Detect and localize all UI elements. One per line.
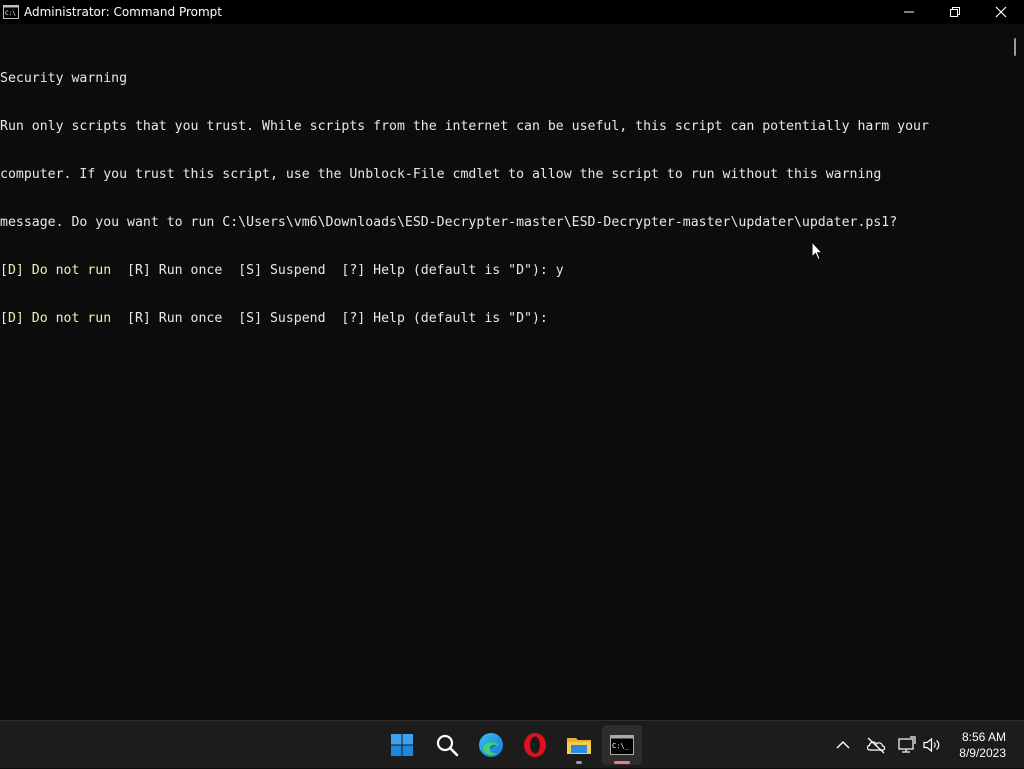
volume-button[interactable] xyxy=(922,721,942,769)
file-explorer-icon xyxy=(567,738,591,754)
active-indicator xyxy=(614,761,630,764)
restore-button[interactable] xyxy=(932,0,978,24)
network-icon xyxy=(898,736,916,753)
clock-date: 8/9/2023 xyxy=(959,746,1006,760)
minimize-button[interactable] xyxy=(886,0,932,24)
cmd-icon: C:\ xyxy=(3,4,19,20)
restore-icon xyxy=(950,7,960,17)
title-bar[interactable]: C:\ Administrator: Command Prompt xyxy=(0,0,1024,24)
console-line: computer. If you trust this script, use … xyxy=(0,167,882,182)
minimize-icon xyxy=(904,11,914,13)
edge-button[interactable] xyxy=(471,725,511,765)
taskbar-clock[interactable]: 8:56 AM 8/9/2023 xyxy=(959,729,1006,761)
start-button[interactable] xyxy=(382,725,422,765)
default-option: [D] Do not run xyxy=(0,263,112,278)
opera-button[interactable] xyxy=(515,725,555,765)
tray-overflow-button[interactable] xyxy=(834,721,852,769)
prompt-line: [D] Do not run [R] Run once [S] Suspend … xyxy=(0,263,929,279)
onedrive-button[interactable] xyxy=(865,721,887,769)
close-icon xyxy=(995,6,1007,18)
edge-icon xyxy=(479,733,503,757)
terminal-icon: C:\_ xyxy=(610,735,634,755)
mouse-cursor-icon xyxy=(811,241,823,261)
taskbar: C:\_ 8:56 AM 8/9/2023 xyxy=(0,720,1024,768)
default-option: [D] Do not run xyxy=(0,311,112,326)
file-explorer-button[interactable] xyxy=(559,725,599,765)
prompt-options: [R] Run once [S] Suspend [?] Help (defau… xyxy=(111,311,548,326)
chevron-up-icon xyxy=(836,741,850,749)
console-line: Run only scripts that you trust. While s… xyxy=(0,119,929,134)
svg-text:C:\_: C:\_ xyxy=(612,742,630,750)
console-output[interactable]: Security warning Run only scripts that y… xyxy=(0,24,1006,720)
prompt-line: [D] Do not run [R] Run once [S] Suspend … xyxy=(0,311,929,327)
network-button[interactable] xyxy=(897,721,917,769)
prompt-options: [R] Run once [S] Suspend [?] Help (defau… xyxy=(111,263,564,278)
svg-text:C:\: C:\ xyxy=(5,10,16,17)
vertical-scrollbar[interactable] xyxy=(1006,24,1024,720)
search-icon xyxy=(436,734,459,757)
close-button[interactable] xyxy=(978,0,1024,24)
scrollbar-thumb[interactable] xyxy=(1014,38,1016,56)
terminal-button[interactable]: C:\_ xyxy=(602,725,642,765)
start-icon xyxy=(391,734,413,756)
console-line: Security warning xyxy=(0,71,128,86)
volume-icon xyxy=(923,737,940,753)
clock-time: 8:56 AM xyxy=(961,730,1006,744)
search-button[interactable] xyxy=(427,725,467,765)
console-line: message. Do you want to run C:\Users\vm6… xyxy=(0,215,898,230)
window-title: Administrator: Command Prompt xyxy=(24,5,222,19)
running-indicator xyxy=(576,761,582,764)
opera-icon xyxy=(524,733,546,757)
onedrive-offline-icon xyxy=(866,737,886,754)
